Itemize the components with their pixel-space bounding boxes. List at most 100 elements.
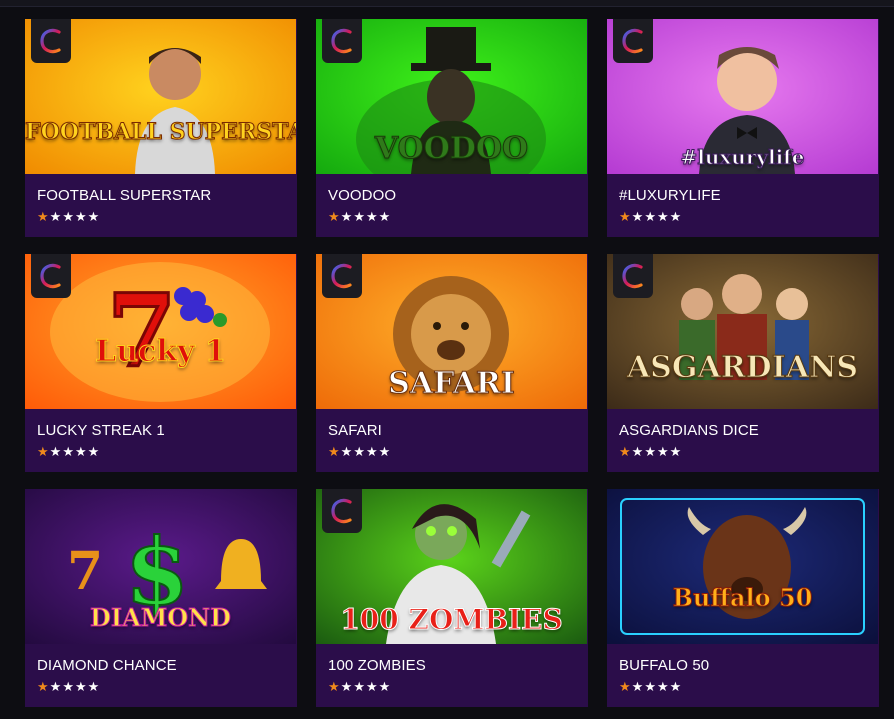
star-icon[interactable]: ★ — [37, 445, 49, 458]
game-card[interactable]: VOODOO VOODOO ★ ★ ★ ★ ★ — [316, 19, 588, 237]
star-icon[interactable]: ★ — [619, 445, 631, 458]
game-logo-text: #luxurylife — [680, 145, 805, 170]
star-rating[interactable]: ★ ★ ★ ★ ★ — [37, 210, 99, 223]
star-icon[interactable]: ★ — [328, 680, 340, 693]
game-logo-text: VOODOO — [374, 131, 529, 167]
star-icon[interactable]: ★ — [37, 680, 49, 693]
star-icon[interactable]: ★ — [62, 445, 74, 458]
star-icon[interactable]: ★ — [353, 210, 365, 223]
game-title[interactable]: #LUXURYLIFE — [619, 187, 721, 204]
star-rating[interactable]: ★ ★ ★ ★ ★ — [328, 210, 390, 223]
game-card[interactable]: #luxurylife #LUXURYLIFE ★ ★ ★ ★ ★ — [607, 19, 879, 237]
star-icon[interactable]: ★ — [328, 445, 340, 458]
star-icon[interactable]: ★ — [619, 210, 631, 223]
svg-text:7: 7 — [107, 272, 177, 390]
game-title[interactable]: BUFFALO 50 — [619, 657, 709, 674]
star-icon[interactable]: ★ — [379, 445, 391, 458]
endorphina-e-icon — [31, 19, 71, 63]
game-thumbnail[interactable]: VOODOO — [316, 19, 587, 174]
game-card[interactable]: 100 ZOMBIES 100 ZOMBIES ★ ★ ★ ★ ★ — [316, 489, 588, 707]
star-icon[interactable]: ★ — [657, 680, 669, 693]
endorphina-e-icon — [613, 254, 653, 298]
star-rating[interactable]: ★ ★ ★ ★ ★ — [328, 445, 390, 458]
game-title[interactable]: VOODOO — [328, 187, 396, 204]
star-icon[interactable]: ★ — [670, 210, 682, 223]
star-icon[interactable]: ★ — [644, 210, 656, 223]
star-icon[interactable]: ★ — [50, 210, 62, 223]
star-rating[interactable]: ★ ★ ★ ★ ★ — [37, 680, 99, 693]
game-thumbnail[interactable]: Buffalo 50 — [607, 489, 878, 644]
star-icon[interactable]: ★ — [379, 680, 391, 693]
star-icon[interactable]: ★ — [88, 445, 100, 458]
game-thumbnail[interactable]: 100 ZOMBIES — [316, 489, 587, 644]
endorphina-e-icon — [613, 19, 653, 63]
game-logo-text: ASGARDIANS — [626, 350, 859, 386]
game-card[interactable]: SAFARI SAFARI ★ ★ ★ ★ ★ — [316, 254, 588, 472]
endorphina-e-icon — [322, 19, 362, 63]
star-icon[interactable]: ★ — [353, 680, 365, 693]
svg-text:7: 7 — [67, 541, 103, 602]
game-logo-text: SAFARI — [388, 366, 516, 402]
star-icon[interactable]: ★ — [632, 680, 644, 693]
game-title[interactable]: 100 ZOMBIES — [328, 657, 426, 674]
star-icon[interactable]: ★ — [50, 680, 62, 693]
game-thumbnail[interactable]: SAFARI — [316, 254, 587, 409]
game-card[interactable]: FOOTBALL SUPERSTAR FOOTBALL SUPERSTAR ★ ★ ★… — [25, 19, 297, 237]
star-rating[interactable]: ★ ★ ★ ★ ★ — [328, 680, 390, 693]
endorphina-e-icon — [31, 254, 71, 298]
game-thumbnail[interactable]: 7 Lucky 1 — [25, 254, 296, 409]
star-icon[interactable]: ★ — [353, 445, 365, 458]
star-icon[interactable]: ★ — [366, 680, 378, 693]
game-title[interactable]: LUCKY STREAK 1 — [37, 422, 165, 439]
star-icon[interactable]: ★ — [670, 445, 682, 458]
game-title[interactable]: ASGARDIANS DICE — [619, 422, 759, 439]
game-card[interactable]: Buffalo 50 BUFFALO 50 ★ ★ ★ ★ ★ — [607, 489, 879, 707]
star-icon[interactable]: ★ — [88, 210, 100, 223]
game-logo-text: Buffalo 50 — [672, 583, 813, 613]
star-icon[interactable]: ★ — [644, 445, 656, 458]
star-icon[interactable]: ★ — [619, 680, 631, 693]
star-icon[interactable]: ★ — [341, 445, 353, 458]
game-title[interactable]: SAFARI — [328, 422, 382, 439]
star-icon[interactable]: ★ — [328, 210, 340, 223]
star-icon[interactable]: ★ — [88, 680, 100, 693]
game-grid: FOOTBALL SUPERSTAR FOOTBALL SUPERSTAR ★ ★ ★… — [25, 19, 879, 707]
star-rating[interactable]: ★ ★ ★ ★ ★ — [619, 445, 681, 458]
game-thumbnail[interactable]: 7 $ DIAMOND — [25, 489, 296, 644]
game-thumbnail[interactable]: ASGARDIANS — [607, 254, 878, 409]
star-rating[interactable]: ★ ★ ★ ★ ★ — [619, 680, 681, 693]
star-rating[interactable]: ★ ★ ★ ★ ★ — [37, 445, 99, 458]
star-icon[interactable]: ★ — [657, 445, 669, 458]
star-icon[interactable]: ★ — [75, 680, 87, 693]
star-icon[interactable]: ★ — [366, 445, 378, 458]
star-icon[interactable]: ★ — [632, 445, 644, 458]
star-icon[interactable]: ★ — [657, 210, 669, 223]
star-icon[interactable]: ★ — [366, 210, 378, 223]
star-icon[interactable]: ★ — [379, 210, 391, 223]
star-icon[interactable]: ★ — [644, 680, 656, 693]
game-thumbnail[interactable]: FOOTBALL SUPERSTAR — [25, 19, 296, 174]
game-title[interactable]: FOOTBALL SUPERSTAR — [37, 187, 211, 204]
game-logo-text: 100 ZOMBIES — [340, 603, 563, 637]
star-icon[interactable]: ★ — [37, 210, 49, 223]
game-logo-text: DIAMOND — [90, 603, 232, 633]
star-icon[interactable]: ★ — [62, 680, 74, 693]
star-icon[interactable]: ★ — [62, 210, 74, 223]
top-navigation-strip — [0, 0, 894, 7]
star-icon[interactable]: ★ — [75, 445, 87, 458]
star-icon[interactable]: ★ — [670, 680, 682, 693]
star-icon[interactable]: ★ — [75, 210, 87, 223]
game-card[interactable]: 7 $ DIAMOND DIAMOND CHANCE ★ ★ ★ ★ ★ — [25, 489, 297, 707]
star-icon[interactable]: ★ — [50, 445, 62, 458]
game-card[interactable]: 7 Lucky 1 LUCKY STREAK 1 ★ ★ ★ ★ ★ — [25, 254, 297, 472]
star-icon[interactable]: ★ — [632, 210, 644, 223]
star-icon[interactable]: ★ — [341, 210, 353, 223]
endorphina-e-icon — [322, 489, 362, 533]
game-logo-text: Lucky 1 — [95, 334, 227, 370]
star-icon[interactable]: ★ — [341, 680, 353, 693]
star-rating[interactable]: ★ ★ ★ ★ ★ — [619, 210, 681, 223]
game-title[interactable]: DIAMOND CHANCE — [37, 657, 177, 674]
game-thumbnail[interactable]: #luxurylife — [607, 19, 878, 174]
game-logo-text: FOOTBALL SUPERSTAR — [25, 119, 296, 146]
game-card[interactable]: ASGARDIANS ASGARDIANS DICE ★ ★ ★ ★ ★ — [607, 254, 879, 472]
